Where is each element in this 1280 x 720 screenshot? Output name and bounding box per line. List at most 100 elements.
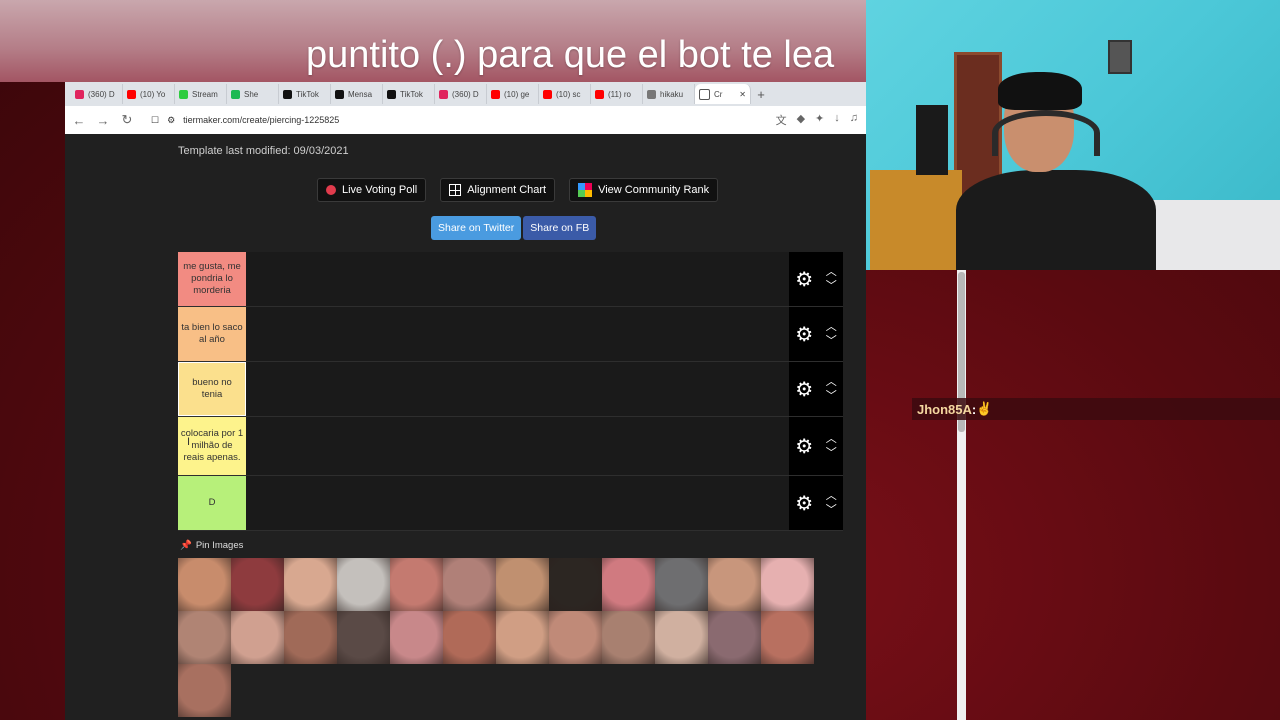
browser-tab[interactable]: (10) sc: [539, 84, 591, 104]
gear-icon[interactable]: ⚙: [795, 491, 813, 516]
chevron-down-icon[interactable]: ﹀: [826, 334, 837, 348]
tier-drop-zone[interactable]: [246, 252, 789, 306]
tab-favicon-icon: [231, 89, 240, 99]
piercing-thumbnail[interactable]: [708, 611, 761, 664]
share-twitter-button[interactable]: Share on Twitter: [431, 216, 522, 240]
piercing-thumbnail[interactable]: [602, 611, 655, 664]
close-tab-icon[interactable]: ✕: [739, 90, 746, 99]
browser-tab[interactable]: (10) ge: [487, 84, 539, 104]
piercing-thumbnail[interactable]: [443, 558, 496, 611]
piercing-thumbnail[interactable]: [761, 558, 814, 611]
piercing-thumbnail[interactable]: [231, 558, 284, 611]
browser-tab[interactable]: Cr ✕: [695, 84, 751, 104]
piercing-thumbnail[interactable]: [178, 664, 231, 717]
piercing-thumbnail[interactable]: [496, 558, 549, 611]
tier-controls: ⚙ ︿ ﹀: [789, 362, 843, 416]
tier-controls: ⚙ ︿ ﹀: [789, 476, 843, 530]
piercing-thumbnail[interactable]: [390, 558, 443, 611]
gear-icon[interactable]: ⚙: [795, 322, 813, 347]
tier-label[interactable]: ta bien lo saco al año: [178, 307, 246, 361]
browser-tab[interactable]: Mensa: [331, 84, 383, 104]
forward-icon[interactable]: →: [93, 113, 113, 128]
headset: [992, 110, 1100, 156]
browser-tab[interactable]: TikTok: [383, 84, 435, 104]
browser-tab[interactable]: (11) ro: [591, 84, 643, 104]
gear-icon[interactable]: ⚙: [795, 434, 813, 459]
browser-tab[interactable]: (10) Yo: [123, 84, 175, 104]
extensions-icon[interactable]: ✦: [815, 112, 824, 128]
browser-tab[interactable]: (360) D: [71, 84, 123, 104]
tier-row: bueno no tenia ⚙ ︿ ﹀: [178, 362, 843, 417]
piercing-thumbnail[interactable]: [655, 558, 708, 611]
pin-images-toggle[interactable]: 📌 Pin Images: [180, 540, 243, 551]
piercing-thumbnail[interactable]: [337, 611, 390, 664]
tier-label[interactable]: me gusta, me pondria lo morderia: [178, 252, 246, 306]
chevron-up-icon[interactable]: ︿: [826, 320, 837, 334]
tab-favicon-icon: [647, 89, 656, 99]
community-rank-button[interactable]: View Community Rank: [569, 178, 719, 202]
chevron-up-icon[interactable]: ︿: [826, 375, 837, 389]
browser-tab[interactable]: She: [227, 84, 279, 104]
piercing-thumbnail[interactable]: [337, 558, 390, 611]
chevron-down-icon[interactable]: ﹀: [826, 279, 837, 293]
new-tab-icon[interactable]: +: [751, 87, 771, 102]
browser-toolbar: ← → ↻ ☐ ⚙ tiermaker.com/create/piercing-…: [65, 106, 866, 135]
translate-icon[interactable]: 文: [776, 112, 787, 128]
browser-tab[interactable]: (360) D: [435, 84, 487, 104]
share-fb-button[interactable]: Share on FB: [523, 216, 597, 240]
piercing-thumbnail[interactable]: [231, 611, 284, 664]
alignment-chart-label: Alignment Chart: [467, 184, 547, 196]
piercing-thumbnail[interactable]: [549, 558, 602, 611]
tab-label: (10) sc: [556, 89, 581, 99]
piercing-thumbnail[interactable]: [178, 611, 231, 664]
tiermaker-page: Template last modified: 09/03/2021 Live …: [65, 134, 866, 720]
reload-icon[interactable]: ↻: [117, 112, 137, 128]
chevron-down-icon[interactable]: ﹀: [826, 446, 837, 460]
chevron-up-icon[interactable]: ︿: [826, 265, 837, 279]
browser-tab[interactable]: Stream: [175, 84, 227, 104]
chevron-down-icon[interactable]: ﹀: [826, 503, 837, 517]
music-icon[interactable]: ♫: [850, 112, 858, 128]
tab-label: (10) Yo: [140, 89, 166, 99]
tab-favicon-icon: [335, 89, 344, 99]
tab-label: TikTok: [296, 89, 319, 99]
piercing-thumbnail[interactable]: [284, 558, 337, 611]
tab-bar: (360) D (10) Yo Stream She TikTok Mensa TikTok…: [65, 82, 866, 106]
webcam-bed: [1136, 200, 1280, 270]
piercing-thumbnail[interactable]: [761, 611, 814, 664]
tier-drop-zone[interactable]: [246, 307, 789, 361]
address-bar[interactable]: ☐ ⚙ tiermaker.com/create/piercing-122582…: [151, 110, 691, 130]
piercing-thumbnail[interactable]: [390, 611, 443, 664]
piercing-thumbnail[interactable]: [443, 611, 496, 664]
tier-label[interactable]: D: [178, 476, 246, 530]
alignment-chart-button[interactable]: Alignment Chart: [440, 178, 556, 202]
tier-controls: ⚙ ︿ ﹀: [789, 417, 843, 475]
tier-label[interactable]: bueno no tenia: [178, 362, 246, 416]
tier-drop-zone[interactable]: [246, 476, 789, 530]
browser-tab[interactable]: TikTok: [279, 84, 331, 104]
piercing-thumbnail[interactable]: [655, 611, 708, 664]
gear-icon[interactable]: ⚙: [795, 377, 813, 402]
live-voting-button[interactable]: Live Voting Poll: [317, 178, 427, 202]
template-modified: Template last modified: 09/03/2021: [178, 145, 349, 157]
community-rank-label: View Community Rank: [598, 184, 710, 196]
back-icon[interactable]: ←: [69, 113, 89, 128]
gear-icon[interactable]: ⚙: [795, 267, 813, 292]
chevron-up-icon[interactable]: ︿: [826, 432, 837, 446]
shield-icon[interactable]: ◆: [797, 112, 805, 128]
tier-drop-zone[interactable]: [246, 417, 789, 475]
tier-drop-zone[interactable]: [246, 362, 789, 416]
piercing-thumbnail[interactable]: [284, 611, 337, 664]
browser-tab[interactable]: hikaku: [643, 84, 695, 104]
piercing-thumbnail[interactable]: [496, 611, 549, 664]
download-icon[interactable]: ↓: [834, 112, 840, 128]
chevron-down-icon[interactable]: ﹀: [826, 389, 837, 403]
site-info-icon[interactable]: ⚙: [167, 115, 175, 126]
piercing-thumbnail[interactable]: [178, 558, 231, 611]
bookmark-icon[interactable]: ☐: [151, 115, 159, 126]
record-icon: [326, 185, 336, 195]
piercing-thumbnail[interactable]: [708, 558, 761, 611]
piercing-thumbnail[interactable]: [602, 558, 655, 611]
piercing-thumbnail[interactable]: [549, 611, 602, 664]
chevron-up-icon[interactable]: ︿: [826, 489, 837, 503]
